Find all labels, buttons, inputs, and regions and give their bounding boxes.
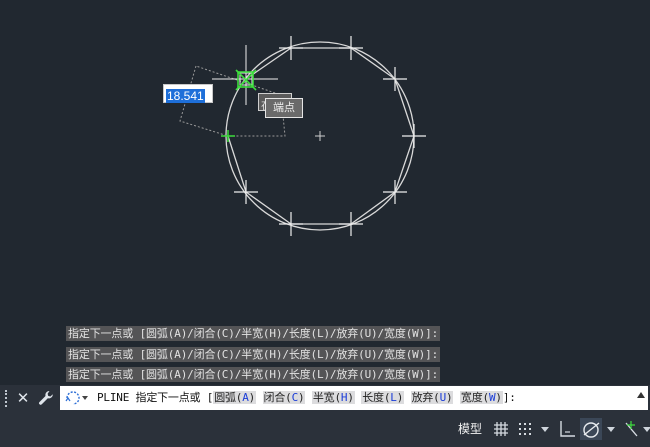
option-arc[interactable]: 圆弧(A) — [213, 391, 257, 404]
status-bar: 模型 — [0, 412, 650, 447]
recent-commands-icon[interactable] — [63, 388, 91, 408]
command-bar: ✕ PLINE 指定下一点或 [圆弧(A) 闭合(C) 半宽(H) 长度(L) … — [0, 385, 650, 412]
prompt-suffix: ]: — [502, 391, 516, 404]
prompt-text: PLINE 指定下一点或 [ — [97, 391, 214, 404]
snap-dropdown-icon[interactable] — [541, 427, 549, 432]
vertex-markers — [234, 36, 426, 236]
dynamic-input-value[interactable]: 18.541 — [166, 89, 205, 103]
option-undo[interactable]: 放弃(U) — [410, 391, 454, 404]
option-width[interactable]: 宽度(W) — [459, 391, 503, 404]
command-history-line: 指定下一点或 [圆弧(A)/闭合(C)/半宽(H)/长度(L)/放弃(U)/宽度… — [66, 347, 441, 362]
drag-handle[interactable] — [5, 390, 11, 407]
ortho-icon[interactable] — [556, 418, 578, 440]
object-snap-tracking-icon[interactable] — [620, 418, 642, 440]
polar-tracking-icon[interactable] — [580, 418, 602, 440]
command-history-line: 指定下一点或 [圆弧(A)/闭合(C)/半宽(H)/长度(L)/放弃(U)/宽度… — [66, 326, 441, 341]
close-icon[interactable]: ✕ — [15, 387, 31, 409]
command-prompt: PLINE 指定下一点或 [圆弧(A) 闭合(C) 半宽(H) 长度(L) 放弃… — [97, 386, 516, 410]
tracking-dropdown-icon[interactable] — [643, 427, 650, 432]
option-close[interactable]: 闭合(C) — [262, 391, 306, 404]
command-input[interactable]: PLINE 指定下一点或 [圆弧(A) 闭合(C) 半宽(H) 长度(L) 放弃… — [60, 386, 648, 410]
option-halfwidth[interactable]: 半宽(H) — [311, 391, 355, 404]
wrench-icon[interactable] — [37, 389, 55, 407]
polar-dropdown-icon[interactable] — [607, 427, 615, 432]
history-up-arrow-icon[interactable] — [637, 392, 645, 398]
command-history-line: 指定下一点或 [圆弧(A)/闭合(C)/半宽(H)/长度(L)/放弃(U)/宽度… — [66, 367, 441, 382]
option-length[interactable]: 长度(L) — [361, 391, 405, 404]
snap-grid-icon[interactable] — [514, 418, 536, 440]
grid-icon[interactable] — [490, 418, 512, 440]
center-marker — [315, 131, 325, 141]
model-space-button[interactable]: 模型 — [453, 419, 487, 439]
snap-tooltip: 端点 — [265, 98, 303, 118]
dynamic-input-field[interactable]: 18.541 — [163, 84, 213, 103]
snap-tick — [221, 130, 235, 142]
